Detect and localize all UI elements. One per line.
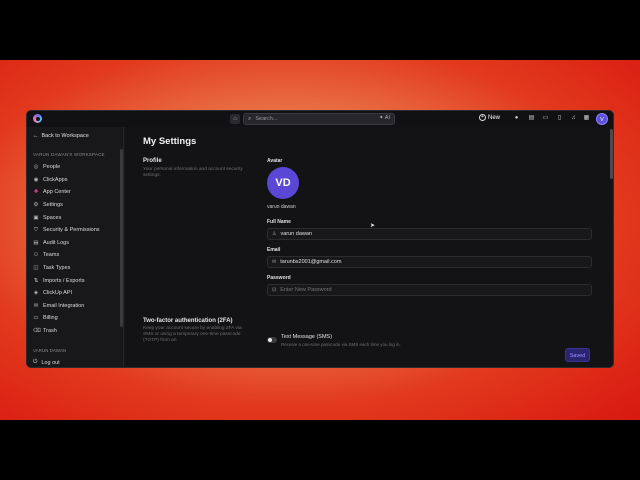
sidebar-item-label: Email Integration [43, 302, 85, 309]
new-button[interactable]: + New [479, 114, 500, 121]
sidebar-item-label: ClickApps [43, 176, 68, 183]
trash-icon: ⌫ [33, 328, 41, 335]
sidebar-item-people[interactable]: ◎ People [31, 161, 119, 174]
sidebar-item-imports-exports[interactable]: ⇅ Imports / Exports [31, 274, 119, 287]
app-window: ⌂ ⌕ Search... ✦ AI + New ● ▤ ▭ ▯ ♫ ▦ V ←… [26, 110, 614, 368]
mail-icon: ✉ [272, 259, 277, 265]
email-label: Email [267, 247, 281, 253]
sidebar-item-label: Spaces [43, 214, 62, 221]
user-avatar[interactable]: V [596, 113, 608, 125]
avatar-name: varun dawan [267, 204, 296, 210]
sidebar-item-label: Imports / Exports [43, 277, 85, 284]
search-input[interactable]: Search... [255, 116, 277, 122]
sidebar-item-task-types[interactable]: ◫ Task Types [31, 262, 119, 275]
clickapps-icon: ◉ [33, 176, 39, 183]
sidebar-item-app-center[interactable]: ✚ App Center [31, 186, 119, 199]
logout-button[interactable]: ⏻ Log out [33, 359, 60, 366]
email-field[interactable]: ✉ tarunbs2001@gmail.com [267, 256, 592, 268]
sidebar-item-settings[interactable]: ⚙ Settings [31, 199, 119, 212]
people-icon: ◎ [33, 164, 39, 171]
sidebar-item-trash[interactable]: ⌫ Trash [31, 325, 119, 338]
sidebar-item-clickup-api[interactable]: ◈ ClickUp API [31, 287, 119, 300]
full-name-label: Full Name [267, 219, 291, 225]
arrow-left-icon: ← [33, 133, 39, 139]
full-name-field[interactable]: ♙ varun dawan [267, 228, 592, 240]
back-to-workspace-link[interactable]: ← Back to Workspace [33, 133, 89, 139]
sms-toggle[interactable] [267, 337, 277, 343]
check-circle-icon[interactable]: ● [513, 115, 520, 122]
sidebar-item-security[interactable]: ⛉ Security & Permissions [31, 224, 119, 237]
plus-icon: + [479, 114, 486, 121]
mouse-cursor-icon: ➤ [370, 223, 376, 229]
new-label: New [488, 114, 501, 121]
sidebar-item-audit-logs[interactable]: ▤ Audit Logs [31, 237, 119, 250]
user-icon: ♙ [272, 231, 277, 237]
profile-section-description: Your personal information and account se… [143, 167, 243, 178]
gear-icon: ⚙ [33, 202, 39, 209]
sms-description: Receive a one-time passcode via SMS each… [281, 342, 401, 347]
document-icon[interactable]: ▯ [556, 115, 563, 122]
main-scrollbar[interactable] [610, 129, 613, 179]
full-name-value: varun dawan [280, 231, 312, 237]
logout-label: Log out [41, 359, 60, 366]
sidebar-item-billing[interactable]: ▭ Billing [31, 312, 119, 325]
page-title: My Settings [143, 136, 197, 147]
sidebar-item-label: People [43, 164, 61, 171]
shield-icon: ⛉ [33, 226, 39, 233]
twofa-section-title: Two-factor authentication (2FA) [143, 318, 233, 324]
lock-icon: ⊡ [272, 287, 277, 293]
sidebar-item-label: ClickUp API [43, 290, 73, 297]
sidebar-item-clickapps[interactable]: ◉ ClickApps [31, 174, 119, 187]
email-value: tarunbs2001@gmail.com [280, 259, 342, 265]
sidebar-item-label: App Center [43, 189, 71, 196]
home-icon[interactable]: ⌂ [230, 114, 240, 124]
imports-icon: ⇅ [33, 277, 39, 284]
api-icon: ◈ [33, 290, 39, 297]
bell-icon[interactable]: ♫ [570, 115, 577, 122]
audit-logs-icon: ▤ [33, 239, 39, 246]
task-types-icon: ◫ [33, 265, 39, 272]
user-section-label: VARUN DAWAN [33, 348, 67, 353]
sidebar-item-spaces[interactable]: ▣ Spaces [31, 211, 119, 224]
sidebar-item-email-integration[interactable]: ✉ Email Integration [31, 300, 119, 313]
email-icon: ✉ [33, 302, 39, 309]
search-bar[interactable]: ⌕ Search... ✦ AI [243, 113, 395, 125]
billing-icon: ▭ [33, 315, 39, 322]
sidebar-scrollbar[interactable] [120, 149, 123, 327]
main-content: My Settings Profile Your personal inform… [125, 127, 613, 367]
workspace-label: VARUN DAWAN'S WORKSPACE [33, 152, 105, 157]
sidebar-item-label: Security & Permissions [43, 227, 100, 234]
sidebar-item-label: Teams [43, 252, 60, 259]
ai-button[interactable]: ✦ AI [379, 115, 390, 121]
password-label: Password [267, 275, 291, 281]
password-input[interactable] [280, 287, 561, 293]
search-icon: ⌕ [248, 115, 252, 122]
sidebar-item-label: Trash [43, 328, 57, 335]
clickup-logo-icon[interactable] [33, 114, 42, 123]
sidebar-nav: ◎ People ◉ ClickApps ✚ App Center ⚙ Settings… [31, 161, 119, 337]
logout-icon: ⏻ [33, 359, 38, 365]
apps-grid-icon[interactable]: ▦ [583, 115, 590, 122]
app-center-icon: ✚ [33, 189, 39, 196]
spaces-icon: ▣ [33, 214, 39, 221]
ai-label: AI [384, 115, 390, 121]
sidebar-item-label: Billing [43, 315, 58, 322]
password-field[interactable]: ⊡ [267, 284, 592, 296]
teams-icon: ⚇ [33, 252, 39, 259]
sms-title: Text Message (SMS) [281, 334, 333, 340]
profile-avatar[interactable]: VD [267, 167, 299, 199]
top-bar: ⌂ ⌕ Search... ✦ AI + New ● ▤ ▭ ▯ ♫ ▦ V [27, 111, 613, 127]
twofa-section-description: Keep your account secure by enabling 2FA… [143, 326, 242, 343]
notepad-icon[interactable]: ▤ [528, 115, 535, 122]
saved-button[interactable]: Saved [565, 348, 590, 362]
back-label: Back to Workspace [41, 133, 89, 139]
sidebar-item-label: Audit Logs [43, 239, 69, 246]
sidebar-item-label: Settings [43, 202, 63, 209]
sidebar-item-label: Task Types [43, 265, 71, 272]
avatar-label: Avatar [267, 158, 283, 164]
sidebar-item-teams[interactable]: ⚇ Teams [31, 249, 119, 262]
settings-sidebar: ← Back to Workspace VARUN DAWAN'S WORKSP… [27, 127, 124, 367]
profile-section-title: Profile [143, 158, 162, 164]
video-icon[interactable]: ▭ [542, 115, 549, 122]
